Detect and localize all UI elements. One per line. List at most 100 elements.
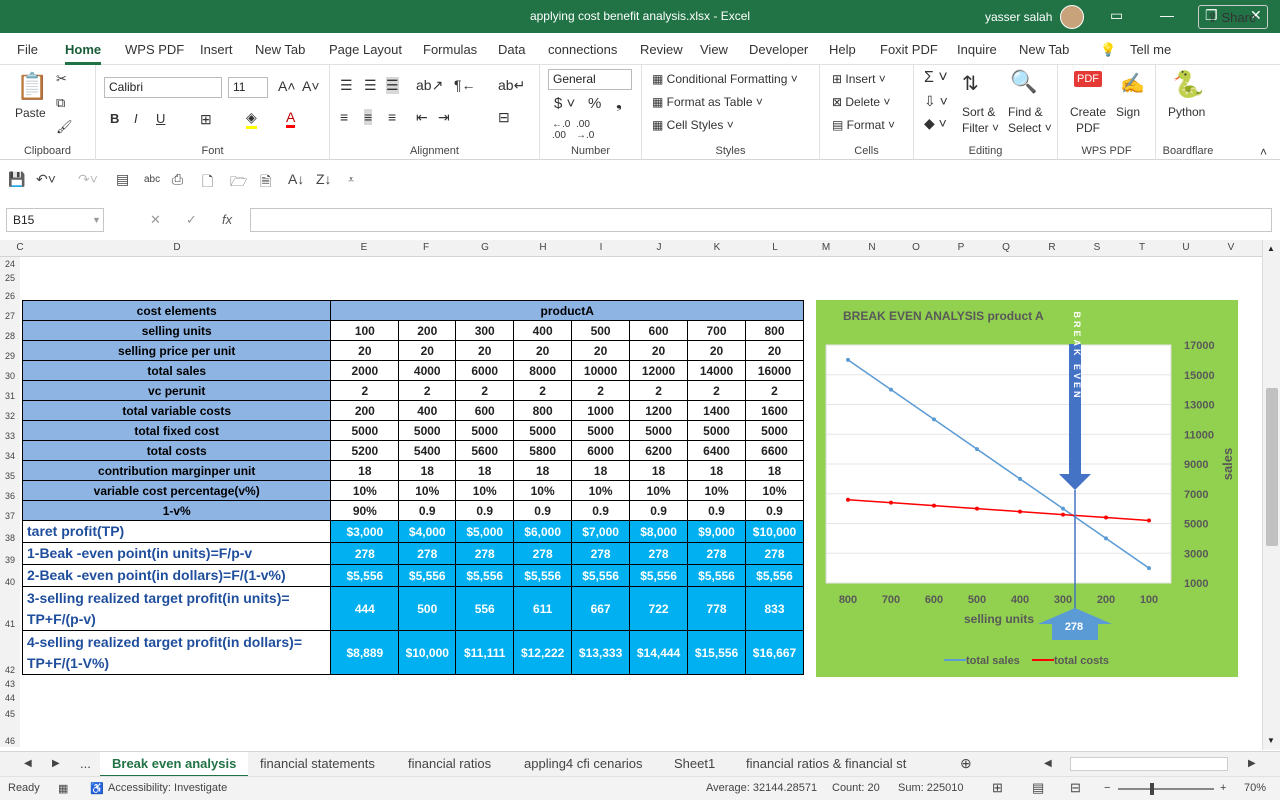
table-cell[interactable]: 833	[744, 586, 805, 631]
table-cell[interactable]: 278	[687, 542, 746, 565]
table-cell[interactable]: 0.9	[629, 500, 689, 521]
table-cell[interactable]: 5000	[687, 420, 746, 441]
table-cell[interactable]: 2000	[330, 360, 400, 381]
tab-break-even-analysis[interactable]: Break even analysis	[100, 752, 249, 777]
row-header-36[interactable]: 36	[0, 482, 20, 502]
row-label[interactable]: selling units	[21, 320, 332, 341]
table-cell[interactable]: 611	[513, 586, 573, 631]
data-point[interactable]	[889, 500, 893, 505]
fill-color-icon[interactable]: ◈	[246, 109, 257, 129]
font-name-select[interactable]: Calibri	[104, 77, 222, 98]
table-cell[interactable]: 20	[571, 340, 631, 361]
row-header-29[interactable]: 29	[0, 342, 20, 362]
borders-icon[interactable]: ⊞	[200, 111, 212, 128]
data-point[interactable]	[846, 357, 850, 362]
table-cell[interactable]: 667	[571, 586, 631, 631]
row-label[interactable]: total fixed cost	[21, 420, 332, 441]
format-as-table-button[interactable]: ▦ Format as Table ˅	[652, 95, 763, 109]
table-cell[interactable]: 5200	[330, 440, 400, 461]
data-point[interactable]	[1104, 515, 1108, 520]
table-cell[interactable]: 500	[398, 586, 457, 631]
table-cell[interactable]: $10,000	[398, 630, 457, 675]
data-point[interactable]	[1061, 512, 1065, 517]
data-point[interactable]	[932, 417, 936, 422]
insert-function-icon[interactable]: fx	[222, 212, 232, 227]
column-header-r[interactable]: R	[1044, 242, 1060, 253]
zoom-in-icon[interactable]: +	[1220, 782, 1226, 794]
sort-filter-button[interactable]: Sort & Filter ˅	[962, 105, 999, 136]
row-header-24[interactable]: 24	[0, 257, 20, 270]
table-cell[interactable]: 20	[687, 340, 746, 361]
table-cell[interactable]: 2	[398, 380, 457, 401]
delete-cells-button[interactable]: ⊠ Delete ˅	[832, 95, 890, 109]
data-point[interactable]	[932, 503, 936, 508]
data-point[interactable]	[889, 387, 893, 392]
table-cell[interactable]: 278	[330, 542, 400, 565]
avatar[interactable]	[1060, 5, 1084, 29]
zoom-out-icon[interactable]: −	[1104, 782, 1110, 794]
row-header-41[interactable]: 41	[0, 588, 20, 630]
comma-icon[interactable]: ❟	[616, 95, 622, 112]
data-point[interactable]	[1018, 476, 1022, 481]
table-cell[interactable]: 278	[744, 542, 805, 565]
underline-icon[interactable]: U	[156, 111, 165, 126]
table-cell[interactable]: 0.9	[398, 500, 457, 521]
bold-icon[interactable]: B	[110, 111, 119, 126]
column-header-g[interactable]: G	[477, 242, 493, 253]
table-cell[interactable]: 0.9	[687, 500, 746, 521]
data-point[interactable]	[1061, 506, 1065, 511]
paste-button[interactable]: Paste	[15, 106, 46, 120]
table-cell[interactable]: $13,333	[571, 630, 631, 675]
table-cell[interactable]: 1600	[744, 400, 805, 421]
table-cell[interactable]: $10,000	[744, 520, 805, 543]
table-cell[interactable]: 20	[629, 340, 689, 361]
table-cell[interactable]: 5800	[513, 440, 573, 461]
format-cells-button[interactable]: ▤ Format ˅	[832, 118, 895, 132]
row-header-33[interactable]: 33	[0, 422, 20, 442]
python-button[interactable]: Python	[1168, 105, 1205, 119]
increase-indent-icon[interactable]: ⇥	[438, 109, 450, 126]
menu-inquire[interactable]: Inquire	[957, 42, 997, 57]
add-sheet-icon[interactable]: ⊕	[960, 755, 972, 772]
macro-record-icon[interactable]: ▦	[58, 782, 68, 795]
header-product[interactable]: productA	[330, 300, 804, 321]
table-cell[interactable]: 14000	[687, 360, 746, 381]
data-point[interactable]	[1104, 536, 1108, 541]
normal-view-icon[interactable]: ⊞	[992, 780, 1003, 796]
scroll-down-icon[interactable]: ▼	[1267, 736, 1275, 745]
row-label[interactable]: vc perunit	[21, 380, 332, 401]
table-cell[interactable]: 5000	[571, 420, 631, 441]
table-cell[interactable]: $5,556	[398, 564, 457, 587]
table-cell[interactable]: $6,000	[513, 520, 573, 543]
break-even-chart[interactable]: 1000 3000 5000 7000 9000 11000 13000 15000 17000…	[816, 300, 1238, 677]
row-label[interactable]: 2-Beak -even point(in dollars)=F/(1-v%)	[21, 564, 332, 587]
spelling-icon[interactable]: abc	[144, 174, 160, 185]
table-cell[interactable]: 5000	[744, 420, 805, 441]
rtl-icon[interactable]: ¶←	[454, 77, 476, 93]
wrap-text-icon[interactable]: ab↵	[498, 77, 525, 94]
font-color-icon[interactable]: A	[286, 109, 296, 128]
table-cell[interactable]: 500	[571, 320, 631, 341]
align-top-icon[interactable]: ☰	[340, 77, 353, 94]
data-point[interactable]	[846, 497, 850, 502]
column-header-v[interactable]: V	[1223, 242, 1239, 253]
new-file-icon[interactable]: 🗋	[202, 171, 213, 195]
save-icon[interactable]: 💾	[8, 171, 25, 188]
table-cell[interactable]: 200	[330, 400, 400, 421]
insert-cells-button[interactable]: ⊞ Insert ˅	[832, 72, 886, 86]
accessibility-status[interactable]: Accessibility: Investigate	[108, 782, 227, 794]
table-cell[interactable]: 20	[744, 340, 805, 361]
row-label[interactable]: contribution marginper unit	[21, 460, 332, 481]
row-label[interactable]: variable cost percentage(v%)	[21, 480, 332, 501]
decrease-indent-icon[interactable]: ⇤	[416, 109, 428, 126]
table-cell[interactable]: 0.9	[455, 500, 515, 521]
autosum-icon[interactable]: Σ ˅	[924, 69, 948, 87]
tab-financial-statements[interactable]: financial statements	[260, 756, 375, 771]
table-cell[interactable]: 10%	[398, 480, 457, 501]
row-label[interactable]: 1-v%	[21, 500, 332, 521]
menu-help[interactable]: Help	[829, 42, 856, 57]
table-cell[interactable]: $8,000	[629, 520, 689, 543]
row-header-46[interactable]: 46	[0, 720, 20, 747]
table-cell[interactable]: 10%	[744, 480, 805, 501]
table-cell[interactable]: 12000	[629, 360, 689, 381]
